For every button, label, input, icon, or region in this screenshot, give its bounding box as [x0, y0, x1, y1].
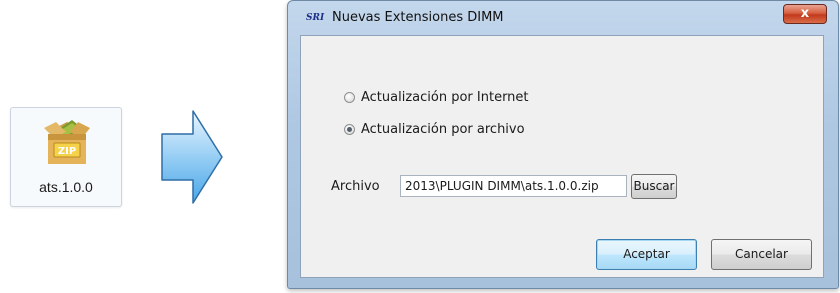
close-button[interactable]: x	[783, 4, 827, 24]
browse-button[interactable]: Buscar	[631, 174, 677, 199]
sri-app-icon: SRI	[306, 13, 325, 23]
accept-button[interactable]: Aceptar	[596, 239, 697, 270]
file-label: Archivo	[331, 179, 380, 194]
right-arrow-icon	[161, 110, 223, 204]
dialog-content: Actualización por Internet Actualización…	[300, 35, 824, 278]
option-internet[interactable]: Actualización por Internet	[344, 88, 529, 106]
zip-file-item[interactable]: ZIP ats.1.0.0	[10, 107, 122, 207]
file-path-input[interactable]: 2013\PLUGIN DIMM\ats.1.0.0.zip	[400, 175, 627, 197]
option-file-label: Actualización por archivo	[361, 121, 525, 137]
radio-internet[interactable]	[344, 91, 355, 103]
cancel-button[interactable]: Cancelar	[711, 239, 812, 270]
extensions-dialog: SRI Nuevas Extensiones DIMM x Actualizac…	[287, 0, 839, 289]
dialog-title: Nuevas Extensiones DIMM	[332, 10, 504, 25]
zip-badge-text: ZIP	[58, 146, 76, 157]
zip-archive-icon: ZIP	[44, 120, 90, 164]
radio-file-selected[interactable]	[344, 123, 355, 135]
file-name-label: ats.1.0.0	[39, 179, 93, 195]
option-file[interactable]: Actualización por archivo	[344, 120, 525, 138]
screenshot-canvas: ZIP ats.1.0.0 SRI Nuevas Extensiones DIM…	[0, 0, 840, 293]
dialog-titlebar[interactable]: SRI Nuevas Extensiones DIMM x	[288, 1, 838, 35]
option-internet-label: Actualización por Internet	[361, 89, 529, 105]
